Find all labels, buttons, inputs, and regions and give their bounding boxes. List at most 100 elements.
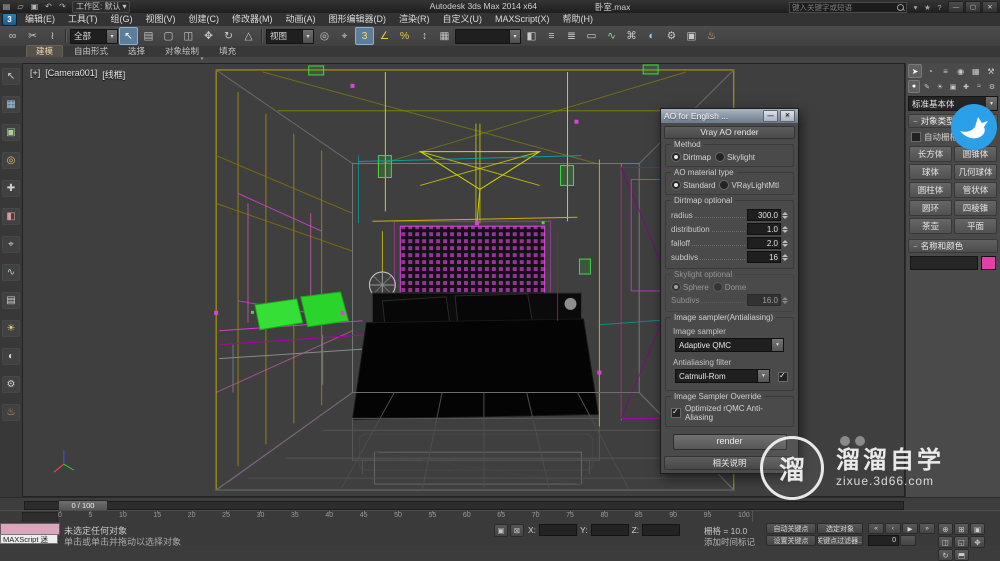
viewport-shading-menu[interactable]: [线框] [102, 68, 125, 81]
menu-item[interactable]: 视图(V) [140, 13, 182, 26]
ribbon-toggle-icon[interactable]: ▭ [582, 27, 601, 45]
method-radio-option[interactable]: Dirtmap [671, 152, 711, 162]
object-type-button[interactable]: 长方体 [909, 146, 952, 162]
radio-icon[interactable] [719, 180, 730, 190]
menu-item[interactable]: 修改器(M) [226, 13, 279, 26]
ribbon-tab[interactable]: 建模 [26, 45, 64, 57]
lights-subtab[interactable]: ☀ [934, 80, 946, 93]
dialog-minimize-button[interactable]: — [763, 110, 778, 122]
use-pivot-point-icon[interactable]: ◎ [315, 27, 334, 45]
material-editor-icon[interactable]: ◐ [642, 27, 661, 45]
window-crossing-icon[interactable]: ◫ [179, 27, 198, 45]
systems-subtab[interactable]: ⚙ [986, 80, 998, 93]
left-toolbar-icon[interactable]: ✚ [2, 180, 20, 197]
zoom-icon[interactable]: ⊕ [938, 523, 953, 535]
auto-key-button[interactable]: 自动关键点 [766, 523, 816, 534]
menu-item[interactable]: 图形编辑器(D) [323, 13, 393, 26]
set-key-button[interactable]: 设置关键点 [766, 535, 816, 546]
aa-filter-checkbox[interactable] [778, 371, 788, 382]
object-color-swatch[interactable] [981, 256, 996, 270]
spinner-arrows[interactable] [782, 253, 788, 261]
optimized-rqmc-checkbox[interactable] [671, 407, 681, 418]
method-radio-option[interactable]: Skylight [715, 152, 755, 162]
undo-icon[interactable]: ↶ [42, 1, 55, 12]
modify-tab[interactable]: ◔ [923, 64, 937, 78]
autogrid-checkbox[interactable] [911, 132, 921, 142]
isolate-selection-toggle-icon[interactable]: ▣ [494, 524, 508, 537]
select-and-manipulate-icon[interactable]: ⌖ [335, 27, 354, 45]
radio-icon[interactable] [671, 180, 681, 190]
object-type-button[interactable]: 管状体 [954, 182, 997, 198]
menu-item[interactable]: 帮助(H) [557, 13, 600, 26]
hierarchy-tab[interactable]: ≡ [938, 64, 952, 78]
field-value-input[interactable]: 300.0 [747, 209, 781, 221]
image-sampler-dropdown[interactable]: Adaptive QMC ▾ [675, 338, 784, 352]
ao-dialog-titlebar[interactable]: AO for English ... — ✕ [661, 109, 798, 123]
spinner-snap-icon[interactable]: ↕ [415, 27, 434, 45]
select-and-link-icon[interactable]: ∞ [3, 27, 22, 45]
motion-tab[interactable]: ◉ [954, 64, 968, 78]
zoom-extents-all-icon[interactable]: ◫ [938, 536, 953, 548]
skylight-radio-option[interactable]: Dome [712, 282, 746, 292]
left-toolbar-icon[interactable]: ⚙ [2, 376, 20, 393]
minimize-button[interactable]: — [948, 1, 964, 13]
menu-item[interactable]: 工具(T) [62, 13, 104, 26]
percent-snap-icon[interactable]: % [395, 27, 414, 45]
vray-ao-render-rollout[interactable]: Vray AO render [664, 126, 795, 139]
radio-icon[interactable] [715, 152, 726, 162]
current-frame-input[interactable]: 0 [868, 535, 899, 546]
spinner-arrows[interactable] [782, 225, 788, 233]
ribbon-tab[interactable]: 选择 [119, 46, 154, 57]
selection-filter-dropdown[interactable]: 全部 ▾ [70, 28, 118, 44]
snaps-toggle-icon[interactable]: 3 [355, 27, 374, 45]
material-radio-option[interactable]: Standard [671, 180, 715, 190]
menu-item[interactable]: 组(G) [105, 13, 139, 26]
go-to-start-icon[interactable]: « [868, 523, 884, 534]
menu-item[interactable]: 渲染(R) [393, 13, 436, 26]
geometry-subtab[interactable]: ● [908, 80, 920, 93]
schematic-view-icon[interactable]: ⌘ [622, 27, 641, 45]
viewport-general-menu[interactable]: [+] [30, 68, 40, 81]
left-toolbar-icon[interactable]: ☀ [2, 320, 20, 337]
application-menu-button[interactable]: 3 [2, 13, 17, 26]
viewport-pov-menu[interactable]: [Camera001] [45, 68, 97, 81]
previous-frame-icon[interactable]: ‹ [885, 523, 901, 534]
curve-editor-icon[interactable]: ∿ [602, 27, 621, 45]
rectangular-selection-region-icon[interactable]: ▢ [159, 27, 178, 45]
object-type-button[interactable]: 四棱锥 [954, 200, 997, 216]
left-toolbar-icon[interactable]: ▣ [2, 124, 20, 141]
open-file-icon[interactable]: ▱ [14, 1, 27, 12]
object-type-button[interactable]: 平面 [954, 218, 997, 234]
add-time-tag[interactable]: 添加时间标记 [704, 536, 755, 548]
key-mode-toggle-icon[interactable] [900, 535, 916, 546]
layer-manager-icon[interactable]: ≣ [562, 27, 581, 45]
object-name-input[interactable] [910, 256, 978, 270]
field-value-input[interactable]: 1.0 [747, 223, 781, 235]
left-toolbar-icon[interactable]: ↖ [2, 68, 20, 85]
ribbon-expand-toggle[interactable]: ▾ [195, 56, 209, 63]
left-toolbar-icon[interactable]: ♨ [2, 404, 20, 421]
space-warps-subtab[interactable]: ≈ [973, 80, 985, 93]
align-icon[interactable]: ≡ [542, 27, 561, 45]
radio-icon[interactable] [712, 282, 723, 292]
field-value-input[interactable]: 2.0 [747, 237, 781, 249]
favorites-star-icon[interactable]: ★ [922, 2, 933, 12]
save-icon[interactable]: ▣ [28, 1, 41, 12]
left-toolbar-icon[interactable]: ⌖ [2, 236, 20, 253]
maxscript-mini-listener[interactable]: MAXScript 迷 [0, 534, 58, 544]
select-object-icon[interactable]: ↖ [119, 27, 138, 45]
infocenter-search-input[interactable]: 键入关键字或短语 [789, 1, 907, 13]
mirror-icon[interactable]: ◧ [522, 27, 541, 45]
material-radio-option[interactable]: VRayLightMtl [719, 180, 779, 190]
select-by-name-icon[interactable]: ▤ [139, 27, 158, 45]
redo-icon[interactable]: ↷ [56, 1, 69, 12]
create-tab[interactable]: ➤ [908, 64, 923, 78]
left-toolbar-icon[interactable]: ◧ [2, 208, 20, 225]
display-tab[interactable]: ▦ [969, 64, 983, 78]
z-coordinate-input[interactable] [642, 524, 681, 536]
y-coordinate-input[interactable] [590, 524, 629, 536]
named-selection-dropdown[interactable]: ▾ [455, 28, 521, 44]
dialog-close-button[interactable]: ✕ [780, 110, 795, 122]
object-type-button[interactable]: 圆柱体 [909, 182, 952, 198]
object-type-button[interactable]: 圆环 [909, 200, 952, 216]
